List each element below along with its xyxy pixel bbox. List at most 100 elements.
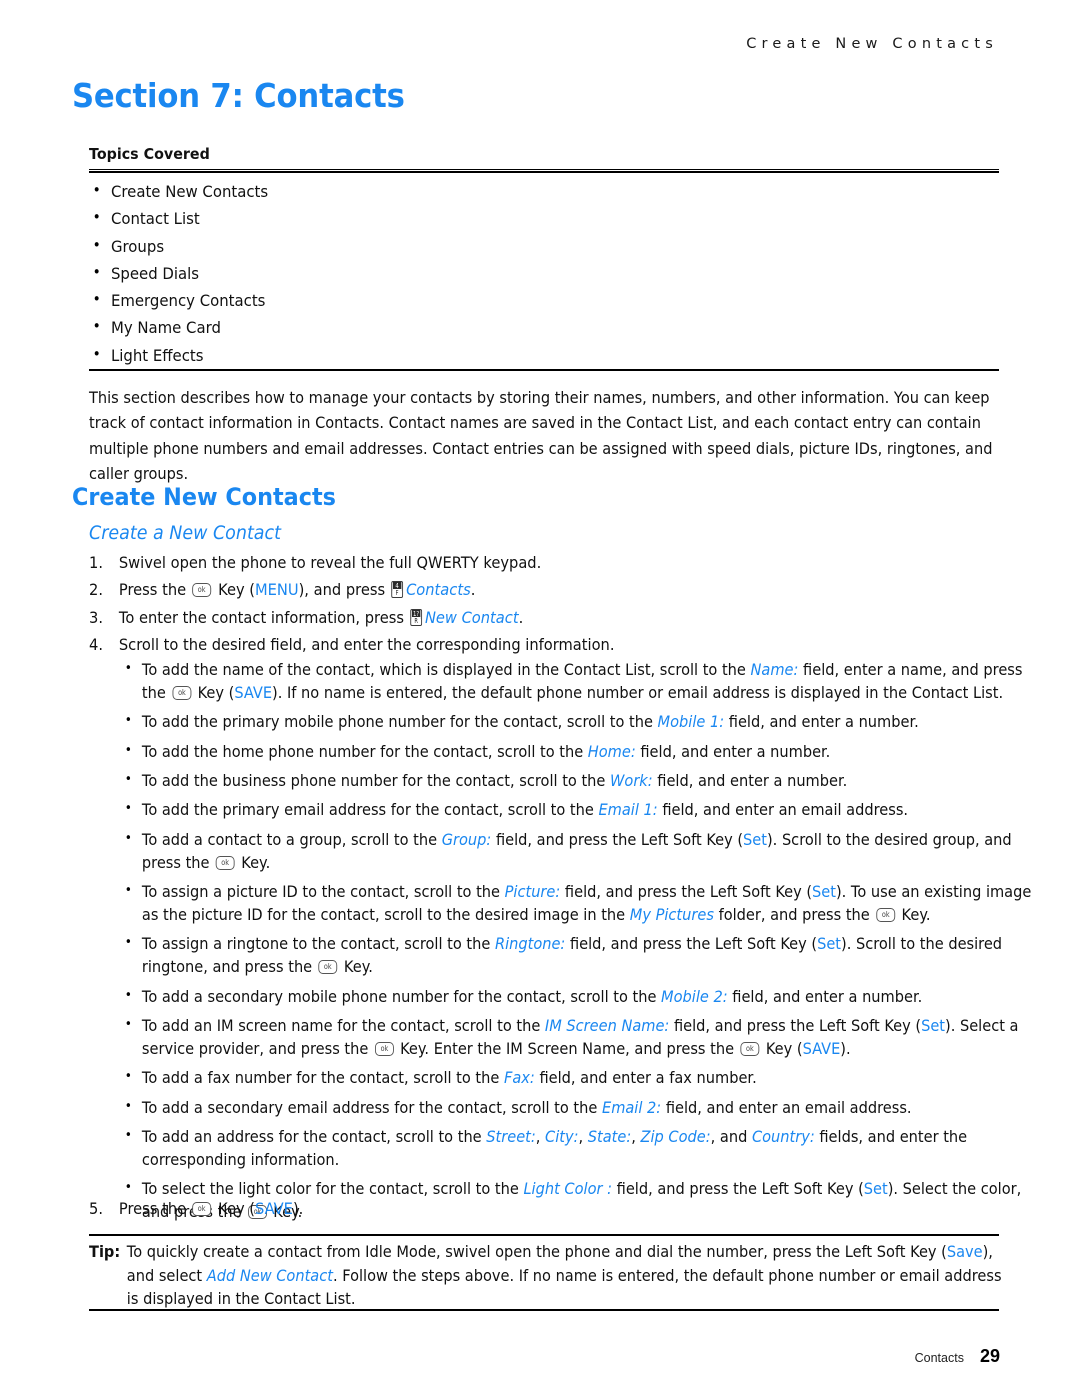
field-name-highlight: Home: [587,741,636,761]
field-name-highlight: City: [545,1126,579,1146]
ui-label-highlight: Set [812,881,836,901]
field-bullet-item: To add a contact to a group, scroll to t… [123,826,1050,874]
field-name-highlight: Street: [486,1126,536,1146]
topics-bottom-rule [89,369,999,372]
topic-list-item: Speed Dials [89,259,638,287]
field-name-highlight: Contacts [406,580,471,600]
field-bullet-item: To add a secondary mobile phone number f… [123,984,1050,1008]
numbered-step: 2. Press the Key (MENU), and press 4FCont… [89,576,1003,603]
tip-top-rule [89,1234,999,1237]
field-name-highlight: Group: [441,829,492,849]
field-name-highlight: Zip Code: [640,1126,711,1146]
field-bullet-item: To add a secondary email address for the… [123,1095,1050,1119]
topics-top-rule [89,169,999,174]
body-text: To add the primary email address for the… [141,800,599,820]
body-text: To quickly create a contact from Idle Mo… [126,1242,947,1261]
field-bullet-item: To add an IM screen name for the contact… [123,1013,1050,1060]
manual-page: Create New Contacts Section 7: Contacts … [0,0,1080,1397]
field-name-highlight: Add New Contact [206,1265,333,1285]
body-text: ). [292,1199,304,1218]
body-text: , [631,1126,641,1146]
ui-label-highlight: SAVE [802,1039,841,1058]
field-bullet-list: To add the name of the contact, which is… [123,657,1080,1230]
numbered-step: 1. Swivel open the phone to reveal the fu… [89,549,1003,576]
field-name-highlight: Email 2: [601,1097,662,1117]
numbered-step-5: 5. Press the Key (SAVE). [89,1195,542,1222]
ok-key-icon [192,1202,212,1216]
field-bullet-item: To add the name of the contact, which is… [123,657,1050,704]
step-number: 5. [89,1199,103,1218]
field-name-highlight: State: [587,1126,632,1146]
body-text: To add a contact to a group, scroll to t… [141,829,442,849]
field-name-highlight: My Pictures [629,904,714,924]
ok-key-icon [192,583,212,598]
field-bullet-item: To add a fax number for the contact, scr… [123,1065,1050,1089]
body-text: To add an address for the contact, scrol… [141,1126,487,1146]
field-name-highlight: Ringtone: [494,934,566,954]
ui-label-highlight: SAVE [255,1199,293,1218]
step-number: 3. [89,607,103,627]
field-bullet-item: To assign a picture ID to the contact, s… [123,879,1050,926]
page-title: Section 7: Contacts [72,76,405,115]
body-text: , [578,1126,588,1146]
numbered-steps: 1. Swivel open the phone to reveal the fu… [89,549,1080,658]
body-text: Key. [236,852,271,872]
footer-label: Contacts [914,1351,964,1365]
field-name-highlight: IM Screen Name: [544,1015,670,1035]
ui-label-highlight: Set [921,1015,946,1035]
field-name-highlight: Fax: [503,1068,535,1088]
field-bullet-item: To add the home phone number for the con… [123,739,1050,763]
body-text: ). If no name is entered, the default ph… [272,683,1004,703]
topic-list-item: My Name Card [89,313,638,341]
body-text: Press the [118,580,191,600]
field-name-highlight: Picture: [504,881,561,901]
body-text: Key ( [192,683,235,703]
body-text: To assign a ringtone to the contact, scr… [141,934,495,954]
body-text: field, and enter an email address. [661,1097,912,1117]
field-name-highlight: Country: [751,1126,815,1146]
tip-block: Tip: To quickly create a contact from Idl… [89,1240,1007,1311]
body-text: field, and enter a number. [727,986,923,1006]
body-text: field, and press the Left Soft Key ( [669,1015,922,1035]
body-text: Key ( [761,1039,803,1058]
body-text: field, and enter an email address. [657,800,909,820]
ok-key-icon [318,960,338,975]
numbered-step: 3. To enter the contact information, pres… [89,604,1003,631]
body-text: Press the [118,1199,191,1218]
ui-label-highlight: Save [946,1242,983,1261]
ok-key-icon [215,855,235,870]
body-text: Key. [896,904,931,924]
body-text: field, and press the Left Soft Key ( [565,934,818,954]
field-bullet-item: To add an address for the contact, scrol… [123,1124,1050,1171]
body-text: Scroll to the desired field, and enter t… [118,634,615,654]
body-text: Key ( [213,1199,256,1218]
step-number: 1. [89,553,103,572]
body-text: To add a secondary mobile phone number f… [141,986,662,1006]
running-header: Create New Contacts [746,36,998,52]
body-text: ), and press [298,580,390,600]
ok-key-icon [172,686,192,701]
body-text: ). [840,1039,851,1058]
body-text: Swivel open the phone to reveal the full… [118,553,542,572]
body-text: To add the home phone number for the con… [141,741,588,761]
body-text: field, and enter a fax number. [534,1068,757,1088]
topic-list-item: Contact List [89,204,638,232]
step-number: 4. [89,634,103,654]
body-text: To add the primary mobile phone number f… [141,712,658,732]
subheading-create-a-new-contact: Create a New Contact [89,522,281,544]
ok-key-icon [876,907,896,922]
tip-label: Tip: [89,1242,121,1261]
keypad-key-letter: R [412,616,421,625]
field-name-highlight: Work: [609,770,653,790]
body-text: Key ( [213,580,256,600]
field-name-highlight: New Contact [424,607,519,627]
body-text: , and [710,1126,752,1146]
body-text: field, and enter a number. [724,712,919,732]
body-text: To add a secondary email address for the… [141,1097,602,1117]
body-text: field, and enter a number. [652,770,848,790]
body-text: To add an IM screen name for the contact… [141,1015,545,1035]
ui-label-highlight: SAVE [234,683,273,703]
field-name-highlight: Name: [750,660,799,679]
body-text: To add the name of the contact, which is… [141,660,751,679]
topics-covered-label: Topics Covered [89,145,210,163]
